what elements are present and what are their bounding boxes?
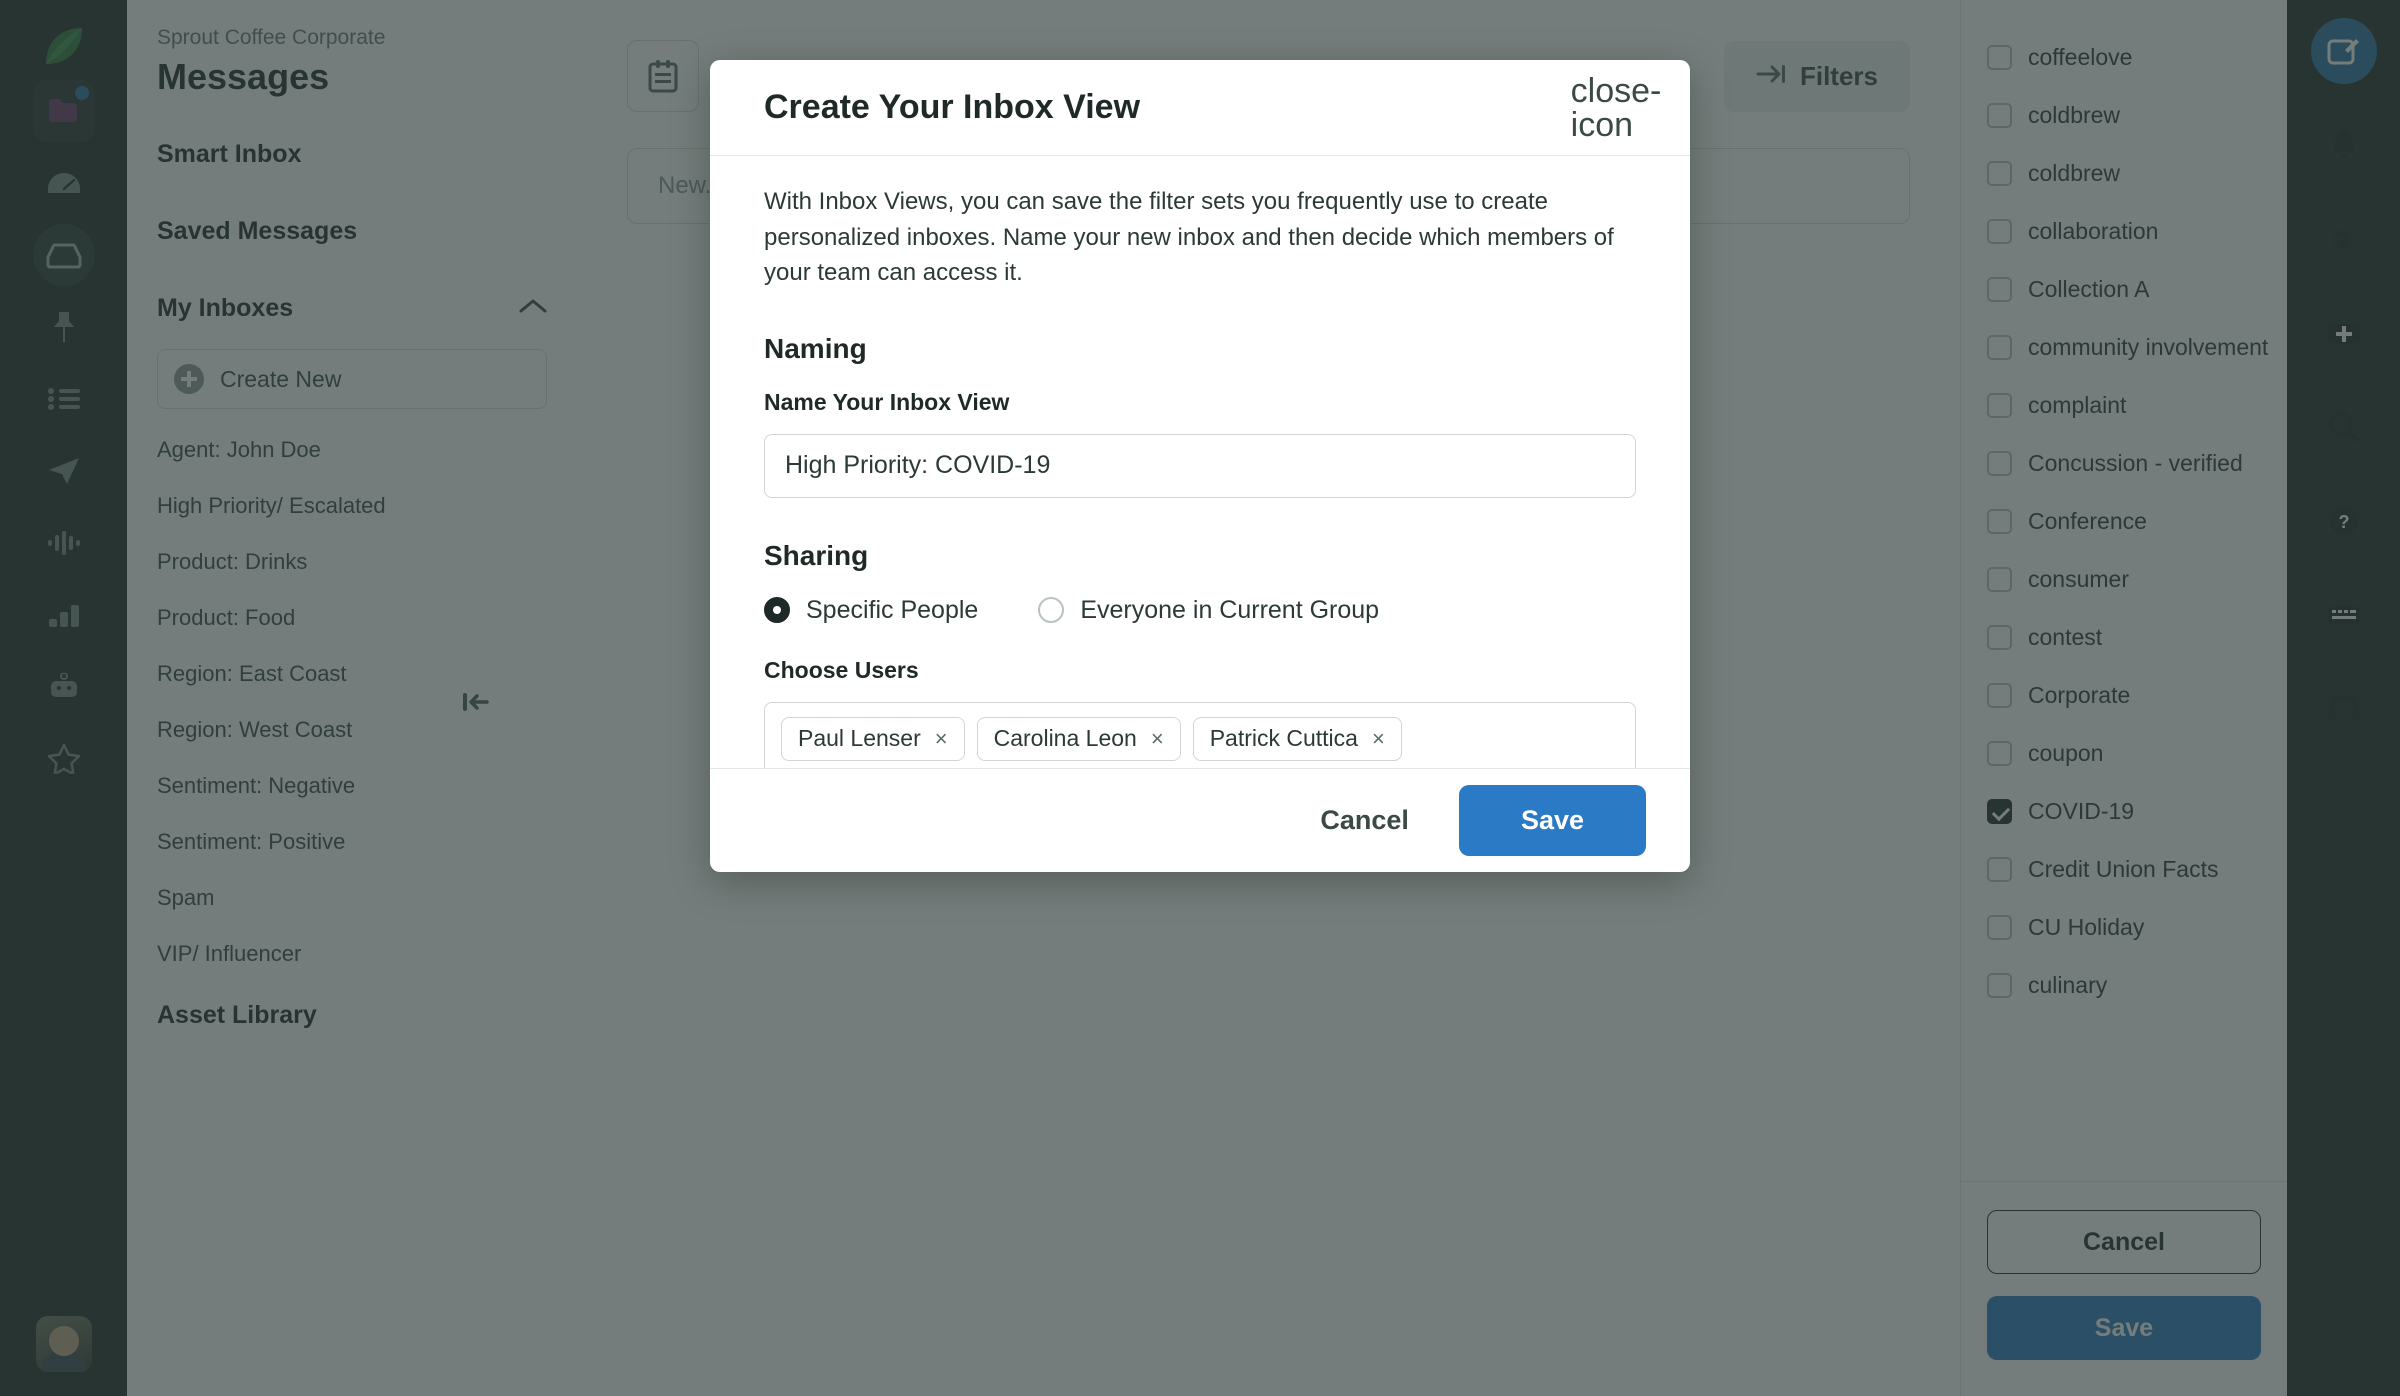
user-chip[interactable]: Patrick Cuttica × bbox=[1192, 716, 1402, 761]
remove-user-icon[interactable]: × bbox=[1372, 726, 1385, 752]
modal-footer: Cancel Save bbox=[710, 768, 1690, 872]
naming-heading: Naming bbox=[764, 332, 867, 364]
sharing-heading: Sharing bbox=[764, 539, 869, 571]
close-icon[interactable]: close-icon bbox=[1571, 74, 1662, 142]
modal-intro-text: With Inbox Views, you can save the filte… bbox=[764, 188, 1614, 287]
choose-users-label: Choose Users bbox=[764, 656, 919, 683]
inbox-name-input[interactable]: High Priority: COVID-19 bbox=[764, 433, 1636, 498]
radio-specific-people[interactable]: Specific People bbox=[764, 596, 978, 625]
modal-header: Create Your Inbox View close-icon bbox=[710, 60, 1690, 156]
cancel-button[interactable]: Cancel bbox=[1296, 791, 1433, 850]
radio-unselected-icon bbox=[1038, 597, 1065, 624]
create-inbox-view-modal: Create Your Inbox View close-icon With I… bbox=[710, 60, 1690, 872]
modal-body: With Inbox Views, you can save the filte… bbox=[710, 156, 1690, 768]
choose-users-input[interactable]: Paul Lenser × Carolina Leon × Patrick Cuttic… bbox=[764, 701, 1636, 768]
app-root: Sprout Coffee Corporate Messages Smart I… bbox=[0, 0, 2400, 1396]
radio-specific-people-label: Specific People bbox=[806, 595, 979, 624]
user-chip-label: Carolina Leon bbox=[993, 725, 1137, 752]
sharing-radio-group: Specific People Everyone in Current Grou… bbox=[764, 596, 1636, 625]
radio-selected-icon bbox=[764, 597, 790, 624]
inbox-name-value: High Priority: COVID-19 bbox=[785, 451, 1051, 480]
user-chip[interactable]: Carolina Leon × bbox=[976, 716, 1181, 761]
remove-user-icon[interactable]: × bbox=[1151, 726, 1164, 752]
radio-everyone-in-group[interactable]: Everyone in Current Group bbox=[1038, 596, 1379, 625]
save-button[interactable]: Save bbox=[1458, 785, 1646, 856]
modal-title: Create Your Inbox View bbox=[764, 88, 1141, 126]
radio-everyone-label: Everyone in Current Group bbox=[1080, 595, 1380, 624]
name-input-label: Name Your Inbox View bbox=[764, 388, 1010, 415]
remove-user-icon[interactable]: × bbox=[935, 726, 948, 752]
user-chip[interactable]: Paul Lenser × bbox=[781, 716, 965, 761]
user-chip-label: Paul Lenser bbox=[798, 725, 921, 752]
user-chip-label: Patrick Cuttica bbox=[1209, 725, 1358, 752]
